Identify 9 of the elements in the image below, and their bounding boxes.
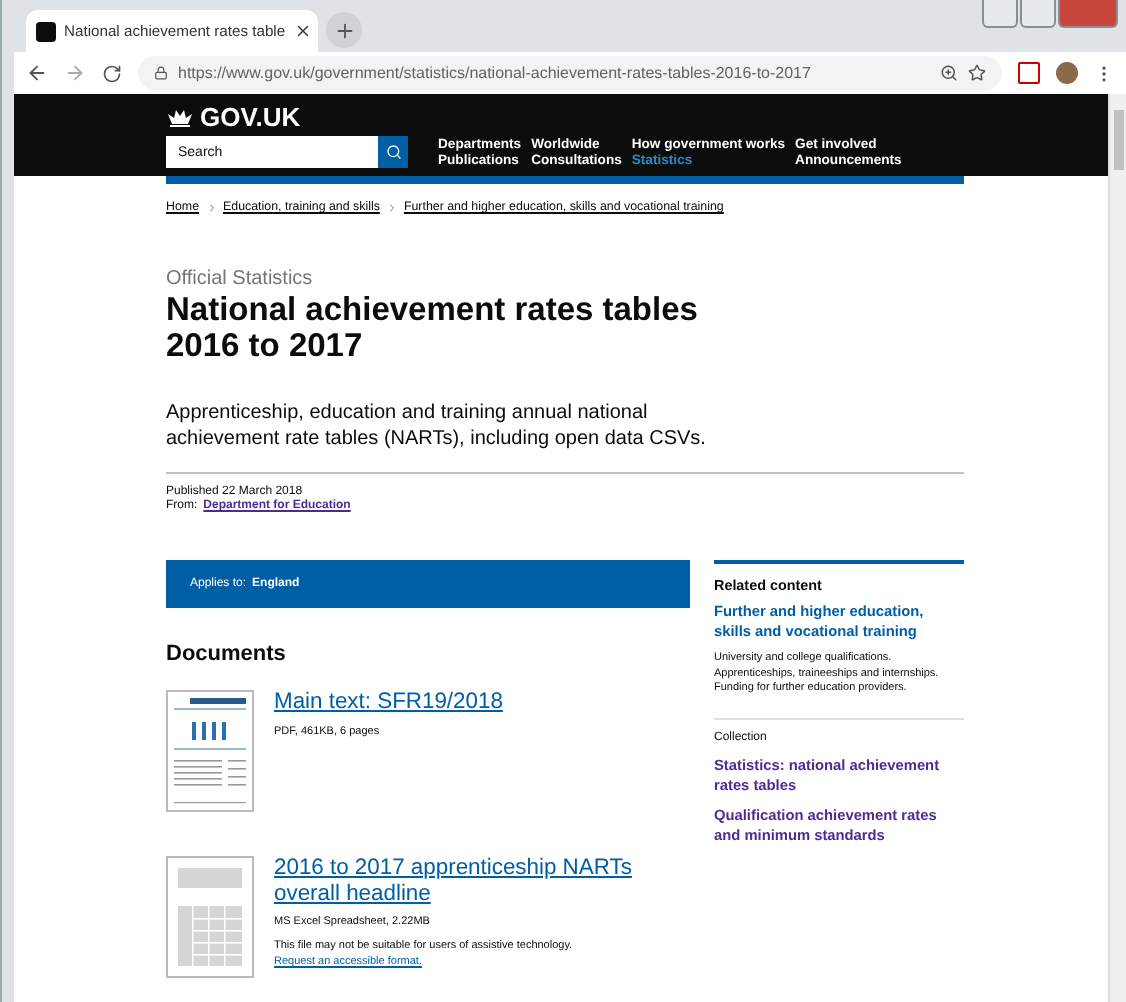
page-title: National achievement rates tables 2016 to 2017 bbox=[166, 292, 700, 364]
document-type: Official Statistics bbox=[166, 268, 315, 290]
document-link[interactable]: 2016 to 2017 apprenticeship NARTs overall headline bbox=[274, 856, 690, 906]
documents-heading: Documents bbox=[166, 642, 288, 666]
address-bar[interactable]: https://www.gov.uk/government/statistics/national-achievement-rates-tables-2016-to-2017 bbox=[138, 56, 1002, 90]
page-description: Apprenticeship, education and training annual national achievement rate tables (NARTs), including open data CSVs. bbox=[166, 400, 706, 452]
url-text: https://www.gov.uk/government/statistics/national-achievement-rates-tables-2016-to-2017 bbox=[178, 64, 811, 82]
document-link[interactable]: Main text: SFR19/2018 bbox=[274, 690, 503, 715]
logo-text[interactable]: GOV.UK bbox=[200, 102, 301, 132]
